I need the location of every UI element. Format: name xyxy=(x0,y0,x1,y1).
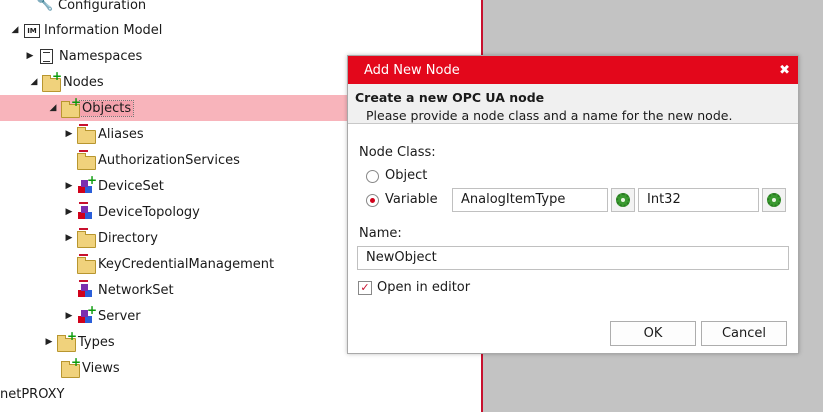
tree-item-label: AuthorizationServices xyxy=(98,152,240,168)
collapse-arrow-icon[interactable]: ◢ xyxy=(8,25,22,35)
dialog-header-subtitle: Please provide a node class and a name f… xyxy=(366,108,733,123)
expand-arrow-icon[interactable]: ▶ xyxy=(23,51,37,61)
close-icon[interactable]: ✖ xyxy=(779,63,790,78)
collapse-arrow-icon[interactable]: ◢ xyxy=(27,77,41,87)
tree-item-label: Views xyxy=(82,360,120,376)
name-label: Name: xyxy=(359,226,402,241)
expand-arrow-icon[interactable]: ▶ xyxy=(62,207,76,217)
tree-item-netproxy[interactable]: netPROXY xyxy=(0,381,481,407)
folder-remove-icon xyxy=(76,150,96,170)
tree-item-label: Directory xyxy=(98,230,158,246)
tree-item-label: DeviceSet xyxy=(98,178,164,194)
name-input[interactable]: NewObject xyxy=(357,246,789,270)
tree-item-configuration[interactable]: 🔧 Configuration xyxy=(0,0,481,18)
node-class-label: Node Class: xyxy=(359,145,436,160)
gear-icon xyxy=(767,193,781,207)
wrench-icon: 🔧 xyxy=(36,0,54,12)
datatype-select-button[interactable] xyxy=(762,188,786,212)
radio-object[interactable] xyxy=(366,170,379,183)
tree-item-label: Information Model xyxy=(44,22,163,38)
type-select-button[interactable] xyxy=(611,188,635,212)
objects-add-icon: + xyxy=(76,174,97,195)
objects-remove-icon xyxy=(76,280,96,299)
radio-object-label[interactable]: Object xyxy=(385,168,427,183)
cancel-button[interactable]: Cancel xyxy=(701,321,787,346)
folder-add-icon: + xyxy=(56,330,77,352)
radio-variable[interactable] xyxy=(366,194,379,207)
folder-add-icon: + xyxy=(41,70,62,92)
tree-item-label: Nodes xyxy=(63,74,104,90)
folder-add-icon: + xyxy=(60,356,81,378)
folder-remove-icon xyxy=(76,124,96,144)
tree-item-label: DeviceTopology xyxy=(98,204,200,220)
open-in-editor-checkbox[interactable]: ✓ xyxy=(358,281,372,295)
dialog-header: Create a new OPC UA node Please provide … xyxy=(348,84,798,124)
tree-item-label: Server xyxy=(98,308,141,324)
folder-add-icon: + xyxy=(60,96,81,118)
expand-arrow-icon[interactable]: ▶ xyxy=(62,129,76,139)
tree-item-label: Types xyxy=(78,334,115,350)
folder-remove-icon xyxy=(76,228,96,248)
dialog-header-title: Create a new OPC UA node xyxy=(355,90,545,105)
tree-item-label: NetworkSet xyxy=(98,282,174,298)
dialog-title-bar[interactable]: Add New Node ✖ xyxy=(348,56,798,84)
gear-icon xyxy=(616,193,630,207)
tree-item-label: KeyCredentialManagement xyxy=(98,256,275,272)
ok-button[interactable]: OK xyxy=(610,321,696,346)
folder-remove-icon xyxy=(76,254,96,274)
expand-arrow-icon[interactable]: ▶ xyxy=(42,337,56,347)
tree-item-views[interactable]: + Views xyxy=(0,355,481,381)
tree-item-label: Aliases xyxy=(98,126,144,142)
type-definition-field[interactable]: AnalogItemType xyxy=(452,188,608,212)
tree-item-information-model[interactable]: ◢ IM Information Model xyxy=(0,17,481,43)
expand-arrow-icon[interactable]: ▶ xyxy=(62,233,76,243)
radio-variable-label[interactable]: Variable xyxy=(385,192,438,207)
datatype-field[interactable]: Int32 xyxy=(638,188,759,212)
expand-arrow-icon[interactable]: ▶ xyxy=(62,311,76,321)
objects-add-icon: + xyxy=(76,304,97,325)
collapse-arrow-icon[interactable]: ◢ xyxy=(46,103,60,113)
tree-item-label: Namespaces xyxy=(59,48,143,64)
namespaces-icon xyxy=(37,47,57,65)
information-model-icon: IM xyxy=(22,21,42,39)
open-in-editor-label[interactable]: Open in editor xyxy=(377,280,470,295)
add-new-node-dialog: Add New Node ✖ Create a new OPC UA node … xyxy=(347,55,799,354)
tree-item-label: Configuration xyxy=(58,0,147,13)
tree-item-label: Objects xyxy=(78,99,135,117)
tree-item-label: netPROXY xyxy=(0,386,65,402)
objects-remove-icon xyxy=(76,202,96,221)
expand-arrow-icon[interactable]: ▶ xyxy=(62,181,76,191)
dialog-title: Add New Node xyxy=(364,62,460,78)
